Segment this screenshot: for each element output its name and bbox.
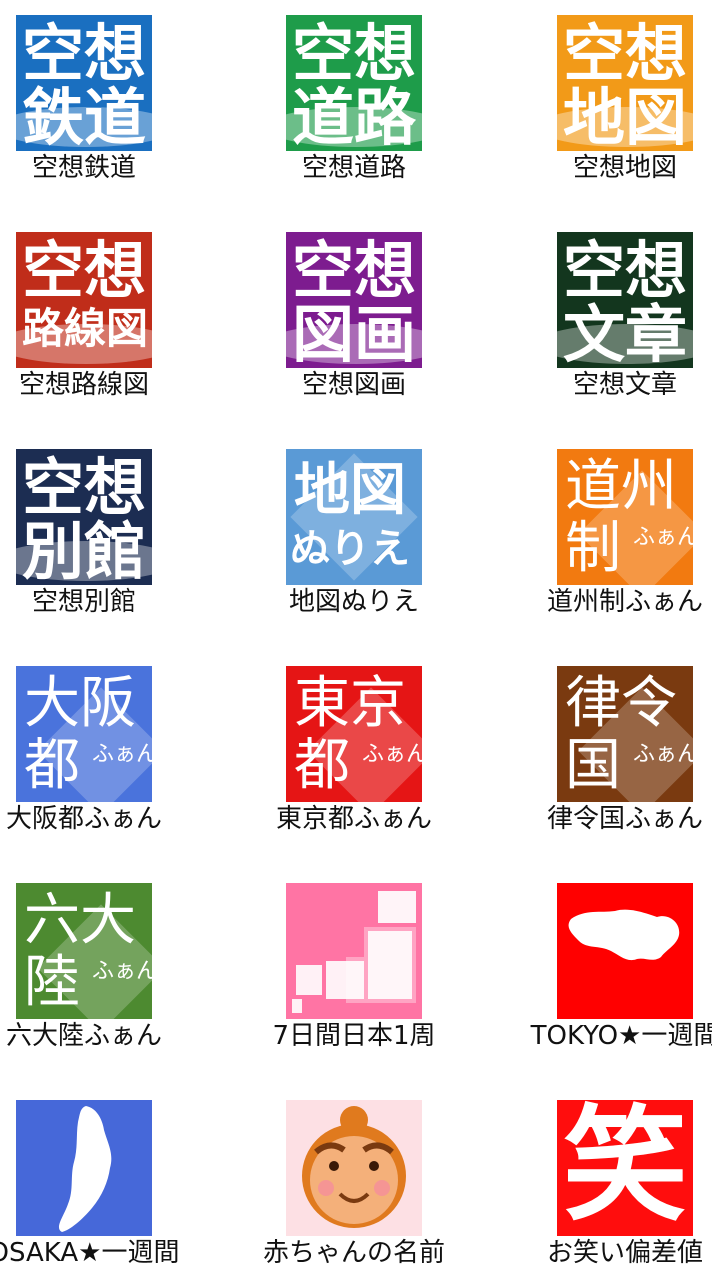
tokyo-map-icon <box>568 909 680 961</box>
app-icon <box>286 1100 422 1236</box>
icon-title-bottom: 制 <box>565 516 621 581</box>
app-icon: 空想 図画 <box>286 232 422 368</box>
app-shortcut[interactable]: OSAKA★一週間 <box>0 1085 184 1285</box>
app-icon: 六大陸ふぁん <box>16 883 152 1019</box>
icon-fan-text: ふぁん <box>633 742 693 767</box>
app-label: 大阪都ふぁん <box>5 804 162 834</box>
app-shortcut[interactable]: 律令国ふぁん 律令国ふぁん <box>525 651 712 851</box>
app-label: 空想路線図 <box>18 370 149 400</box>
app-icon: 道州制ふぁん <box>557 449 693 585</box>
icon-fan-text: ふぁん <box>92 959 152 984</box>
icon-title-top: 道州 <box>565 454 677 519</box>
app-icon: 空想 文章 <box>557 232 693 368</box>
icon-title-top: 空想 <box>22 451 147 524</box>
app-shortcut[interactable]: 道州制ふぁん 道州制ふぁん <box>525 434 712 634</box>
icon-title-top: 空想 <box>22 234 147 307</box>
icon-title-bottom: 文章 <box>563 298 688 368</box>
app-label: 律令国ふぁん <box>546 804 703 834</box>
app-shortcut[interactable]: 笑お笑い偏差値 <box>525 1085 712 1285</box>
app-icon: 空想 別館 <box>16 449 152 585</box>
app-label: 空想図画 <box>301 370 406 400</box>
icon-title-bottom: 都 <box>24 733 80 798</box>
app-label: OSAKA★一週間 <box>0 1238 180 1268</box>
app-icon: 東京都ふぁん <box>286 666 422 802</box>
app-shortcut[interactable]: 六大陸ふぁん 六大陸ふぁん <box>0 868 184 1068</box>
app-label: 空想道路 <box>301 153 406 183</box>
app-label: お笑い偏差値 <box>546 1238 703 1268</box>
icon-fan-text: ふぁん <box>362 742 422 767</box>
app-label: TOKYO★一週間 <box>530 1021 712 1051</box>
app-icon: 空想 路線図 <box>16 232 152 368</box>
app-label: 空想地図 <box>572 153 677 183</box>
app-shortcut[interactable]: 赤ちゃんの名前 <box>254 1085 454 1285</box>
app-shortcut[interactable]: 地図 ぬりえ 地図ぬりえ <box>254 434 454 634</box>
icon-title-top: 空想 <box>563 17 688 90</box>
icon-title-top: 律令 <box>565 671 677 736</box>
app-shortcut[interactable]: 大阪都ふぁん 大阪都ふぁん <box>0 651 184 851</box>
app-label: 六大陸ふぁん <box>5 1021 162 1051</box>
japan-map-icon <box>292 891 416 1013</box>
app-icon: 空想 地図 <box>557 15 693 151</box>
app-shortcut[interactable]: 東京都ふぁん 東京都ふぁん <box>254 651 454 851</box>
app-label: 赤ちゃんの名前 <box>262 1238 445 1268</box>
icon-title-top: 空想 <box>563 234 688 307</box>
app-label: 東京都ふぁん <box>275 804 432 834</box>
icon-title-top: 大阪 <box>24 671 136 736</box>
app-shortcut[interactable]: 空想 図画 空想図画 <box>254 217 454 417</box>
icon-title-bottom: 国 <box>565 733 621 798</box>
app-grid: 空想 鉄道 空想鉄道 空想 道路 空想道路 空想 地図 空想地図 空想 路線図 空想路線図 空想 図画 空想… <box>0 0 712 1280</box>
icon-title-bottom: 鉄道 <box>22 81 147 151</box>
app-icon: 笑 <box>557 1100 693 1236</box>
app-shortcut[interactable]: 空想 別館 空想別館 <box>0 434 184 634</box>
baby-face-icon <box>302 1106 406 1228</box>
icon-title-bottom: 道路 <box>292 81 417 151</box>
icon-title-bottom: 路線図 <box>22 304 149 353</box>
app-label: 空想別館 <box>31 587 136 617</box>
app-shortcut[interactable]: TOKYO★一週間 <box>525 868 712 1068</box>
app-icon <box>286 883 422 1019</box>
app-shortcut[interactable]: 空想 道路 空想道路 <box>254 0 454 200</box>
icon-title-bottom: 地図 <box>563 81 688 151</box>
app-icon: 大阪都ふぁん <box>16 666 152 802</box>
icon-fan-text: ふぁん <box>92 742 152 767</box>
app-shortcut[interactable]: 空想 地図 空想地図 <box>525 0 712 200</box>
icon-title-bottom: 図画 <box>292 298 417 368</box>
icon-title-top: 六大 <box>24 888 136 953</box>
icon-title-bottom: 陸 <box>24 950 80 1015</box>
app-icon: 空想 道路 <box>286 15 422 151</box>
app-icon: 律令国ふぁん <box>557 666 693 802</box>
app-label: 7日間日本1周 <box>272 1021 436 1051</box>
icon-title-bottom: 別館 <box>22 515 147 585</box>
app-icon: 地図 ぬりえ <box>286 449 422 585</box>
app-label: 道州制ふぁん <box>546 587 703 617</box>
app-shortcut[interactable]: 7日間日本1周 <box>254 868 454 1068</box>
icon-title-top: 空想 <box>292 234 417 307</box>
app-shortcut[interactable]: 空想 鉄道 空想鉄道 <box>0 0 184 200</box>
app-label: 空想文章 <box>572 370 677 400</box>
icon-title-top: 東京 <box>294 671 406 736</box>
icon-title: 笑 <box>563 1100 688 1236</box>
osaka-map-icon <box>58 1106 112 1232</box>
app-icon <box>557 883 693 1019</box>
icon-title-bottom: 都 <box>294 733 350 798</box>
icon-title-top: 空想 <box>292 17 417 90</box>
icon-fan-text: ふぁん <box>633 525 693 550</box>
app-icon: 空想 鉄道 <box>16 15 152 151</box>
app-icon <box>16 1100 152 1236</box>
icon-title-top: 空想 <box>22 17 147 90</box>
app-shortcut[interactable]: 空想 文章 空想文章 <box>525 217 712 417</box>
icon-title-bottom: ぬりえ <box>290 526 410 572</box>
app-label: 地図ぬりえ <box>288 587 419 617</box>
app-shortcut[interactable]: 空想 路線図 空想路線図 <box>0 217 184 417</box>
app-label: 空想鉄道 <box>31 153 136 183</box>
icon-title-top: 地図 <box>294 458 406 523</box>
